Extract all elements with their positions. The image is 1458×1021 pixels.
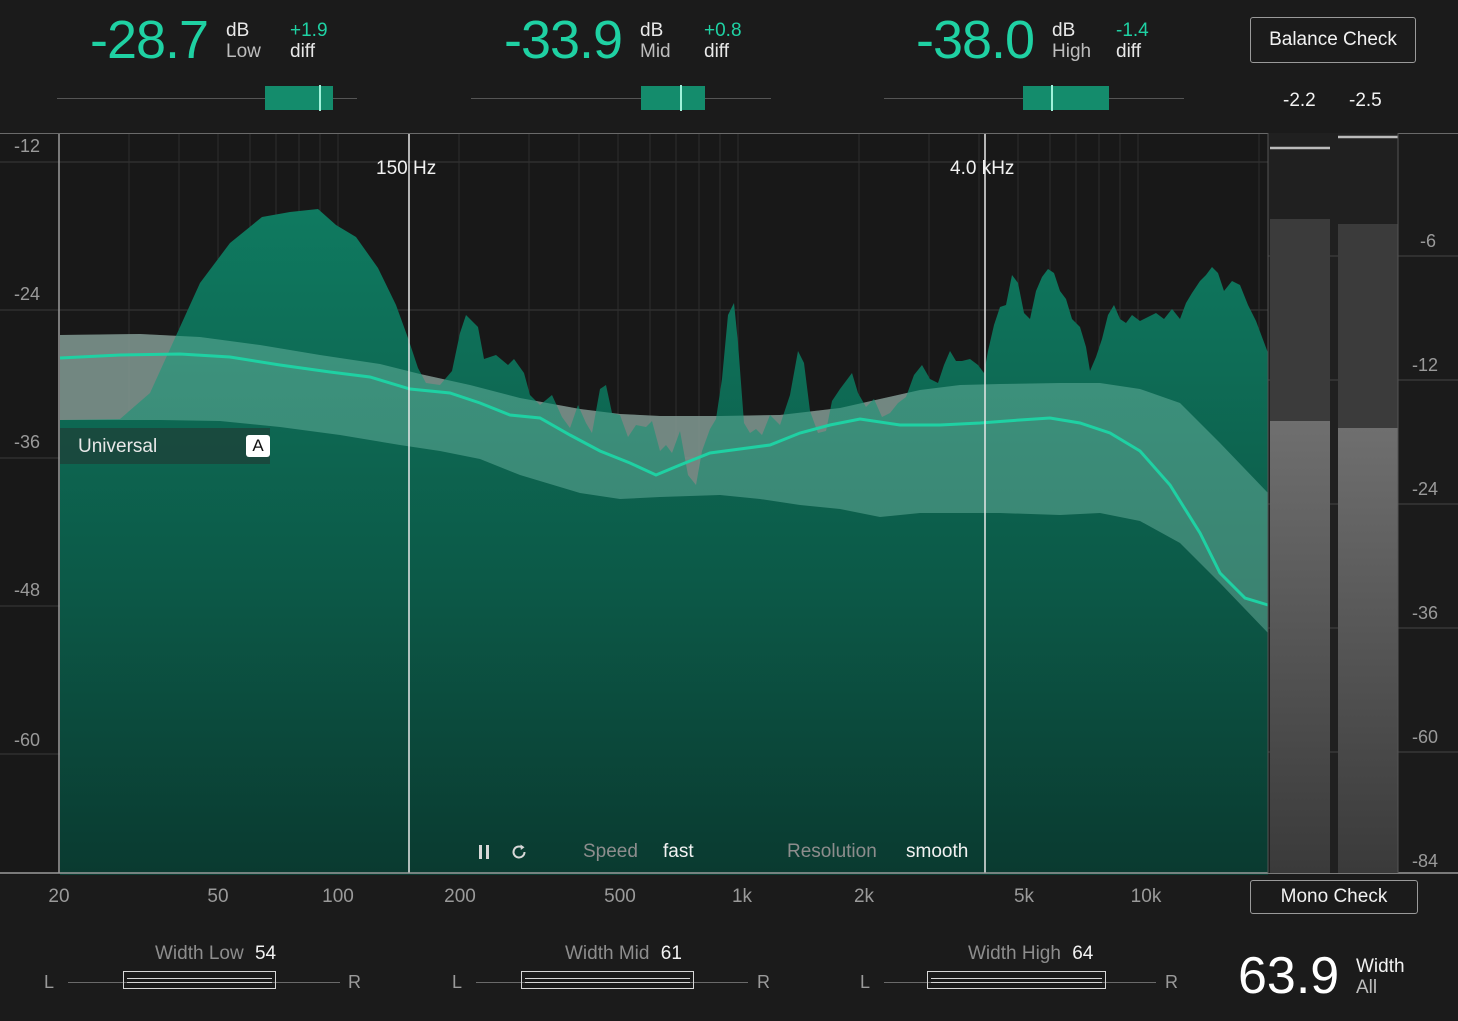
band-mid-meter-track xyxy=(471,98,771,99)
band-mid-diff-label: diff xyxy=(704,41,730,62)
crossover-mid-high-label: 4.0 kHz xyxy=(950,158,1015,179)
y-label-right: -60 xyxy=(1412,727,1439,747)
resolution-label: Resolution xyxy=(787,841,877,862)
band-mid-value: -33.9 xyxy=(504,10,623,70)
width-high-label: Width High xyxy=(968,943,1061,964)
band-high-diff-label: diff xyxy=(1116,41,1142,62)
band-mid-unit: dB xyxy=(640,20,664,41)
width-high-left-label: L xyxy=(860,972,871,992)
reset-icon[interactable] xyxy=(509,842,529,862)
band-low-name: Low xyxy=(226,41,261,62)
y-label-left: -48 xyxy=(14,580,41,600)
target-profile-badge[interactable]: A xyxy=(246,435,270,457)
band-mid-meter-range xyxy=(641,86,705,110)
x-label: 20 xyxy=(48,886,70,907)
band-low-diff: +1.9 xyxy=(290,20,328,41)
speed-label: Speed xyxy=(583,841,638,862)
meter-left-level xyxy=(1270,421,1330,873)
width-all-value: 63.9 xyxy=(1238,947,1340,1005)
speed-value[interactable]: fast xyxy=(663,841,694,863)
width-mid-label: Width Mid xyxy=(565,943,650,964)
band-low-value: -28.7 xyxy=(90,10,209,70)
band-high-unit: dB xyxy=(1052,20,1076,41)
width-mid-value: 61 xyxy=(660,943,682,964)
width-low-left-label: L xyxy=(44,972,55,992)
target-profile-selector[interactable]: Universal A xyxy=(60,428,270,464)
width-high-value: 64 xyxy=(1072,943,1094,964)
width-all-sublabel: All xyxy=(1356,977,1378,998)
width-all-label: Width xyxy=(1356,956,1405,977)
x-label: 50 xyxy=(207,886,229,907)
band-high-meter-range xyxy=(1023,86,1109,110)
y-label-right: -24 xyxy=(1412,479,1439,499)
resolution-value[interactable]: smooth xyxy=(906,841,968,863)
pause-icon[interactable] xyxy=(474,842,494,862)
balance-check-button[interactable]: Balance Check xyxy=(1250,17,1416,63)
band-high-value: -38.0 xyxy=(916,10,1035,70)
width-low-label: Width Low xyxy=(155,943,244,964)
peak-left-value: -2.2 xyxy=(1283,90,1316,111)
x-label: 2k xyxy=(853,886,875,907)
band-mid-name: Mid xyxy=(640,41,671,62)
width-high-right-label: R xyxy=(1165,972,1178,992)
peak-right-value: -2.5 xyxy=(1349,90,1382,111)
x-label: 500 xyxy=(604,886,636,907)
band-mid-diff: +0.8 xyxy=(704,20,742,41)
y-label-left: -60 xyxy=(14,730,41,750)
y-label-right: -36 xyxy=(1412,603,1439,623)
x-label: 100 xyxy=(322,886,354,907)
mono-check-button[interactable]: Mono Check xyxy=(1250,880,1418,914)
crossover-low-mid-label: 150 Hz xyxy=(376,158,437,179)
width-mid-left-label: L xyxy=(452,972,463,992)
y-label-right: -84 xyxy=(1412,851,1439,871)
band-high-meter-indicator xyxy=(1051,85,1053,111)
width-low-right-label: R xyxy=(348,972,361,992)
width-mid-slider[interactable] xyxy=(521,971,694,989)
x-label: 1k xyxy=(731,886,753,907)
x-label: 5k xyxy=(1013,886,1035,907)
width-mid-right-label: R xyxy=(757,972,770,992)
width-low-value: 54 xyxy=(254,943,277,964)
band-high-diff: -1.4 xyxy=(1116,20,1149,41)
band-low-unit: dB xyxy=(226,20,250,41)
target-profile-name: Universal xyxy=(78,436,158,457)
y-label-right: -6 xyxy=(1420,231,1437,251)
band-high-name: High xyxy=(1052,41,1092,62)
x-label: 200 xyxy=(444,886,476,907)
band-low-meter-indicator xyxy=(319,85,321,111)
band-low-meter-range xyxy=(265,86,333,110)
band-low-diff-label: diff xyxy=(290,41,316,62)
meter-right-level xyxy=(1338,428,1398,873)
y-label-right: -12 xyxy=(1412,355,1439,375)
spectrum-graph[interactable] xyxy=(0,133,1458,875)
band-mid-meter-indicator xyxy=(680,85,682,111)
y-label-left: -24 xyxy=(14,284,41,304)
width-low-slider[interactable] xyxy=(123,971,276,989)
y-label-left: -36 xyxy=(14,432,41,452)
width-high-slider[interactable] xyxy=(927,971,1106,989)
x-label: 10k xyxy=(1130,886,1162,907)
y-label-left: -12 xyxy=(14,136,41,156)
